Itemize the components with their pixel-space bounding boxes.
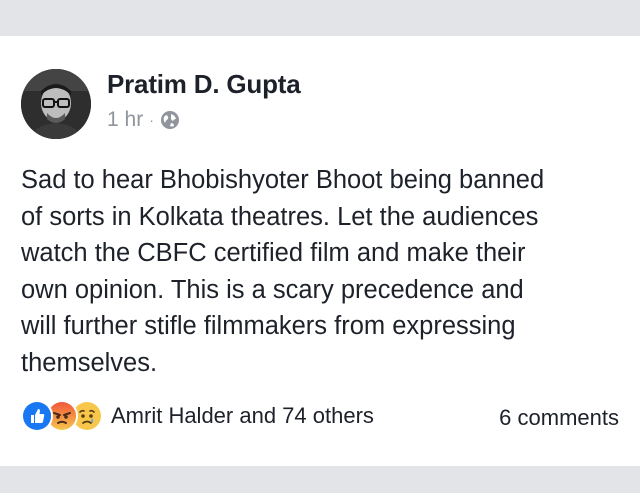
feed-divider-bottom — [0, 466, 640, 493]
globe-icon[interactable] — [160, 110, 180, 130]
reactions-summary[interactable]: Amrit Halder and 74 others — [21, 400, 374, 432]
avatar-photo-icon — [21, 69, 91, 139]
avatar[interactable] — [21, 69, 91, 139]
post-card: Pratim D. Gupta 1 hr · Sad to hear Bhobi… — [0, 36, 640, 466]
comments-count[interactable]: 6 comments — [499, 405, 619, 431]
post-time[interactable]: 1 hr — [107, 108, 143, 132]
author-name[interactable]: Pratim D. Gupta — [107, 69, 301, 100]
like-reaction-icon — [21, 400, 53, 432]
post-meta: 1 hr · — [107, 108, 180, 132]
post-text: Sad to hear Bhobishyoter Bhoot being ban… — [21, 166, 545, 377]
reactors-text[interactable]: Amrit Halder and 74 others — [111, 403, 374, 429]
feed-divider-top — [0, 0, 640, 36]
meta-separator: · — [149, 112, 154, 128]
